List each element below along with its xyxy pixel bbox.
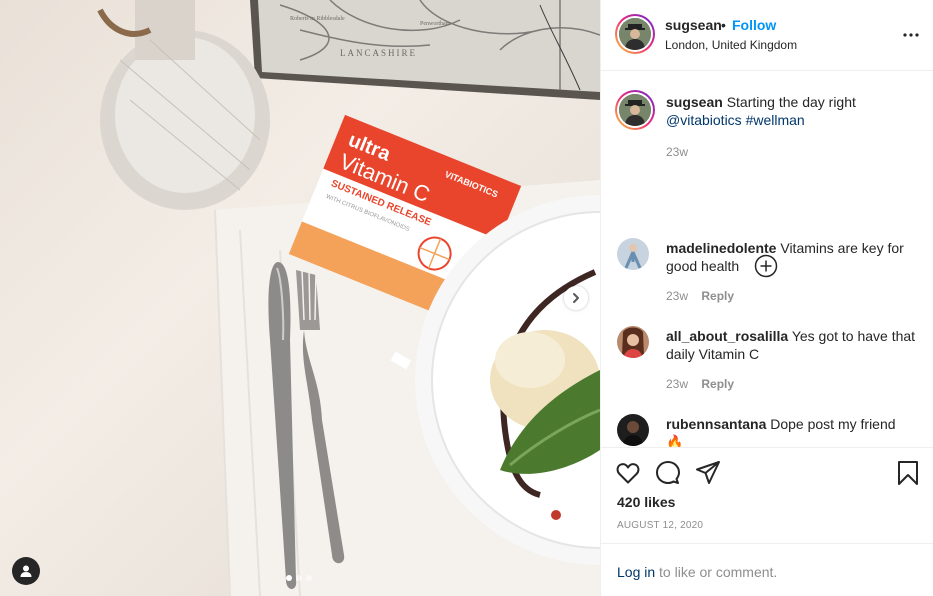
- comment-username[interactable]: all_about_rosalilla: [666, 328, 788, 344]
- caption-avatar[interactable]: [615, 90, 655, 130]
- comment-body: Dope post my friend: [770, 416, 896, 432]
- carousel-dot: [306, 575, 312, 581]
- map-text-2: Roberts in Ribblesdale: [290, 16, 345, 22]
- avatar-image: [617, 326, 649, 358]
- photo-scene: LANCASHIRE Penwortham Roberts in Ribbles…: [97, 0, 600, 596]
- map-text-1: Penwortham: [420, 21, 451, 27]
- bookmark-icon[interactable]: [895, 460, 921, 486]
- carousel-dot: [296, 575, 302, 581]
- map-book: LANCASHIRE Penwortham Roberts in Ribbles…: [250, 0, 600, 100]
- caption-text: sugsean Starting the day right @vitabiot…: [666, 93, 916, 129]
- chevron-right-icon: [573, 293, 579, 303]
- avatar-image: [617, 238, 649, 270]
- commenter-avatar[interactable]: [617, 238, 649, 270]
- carousel-dot: [286, 575, 292, 581]
- comment-item: all_about_rosalilla Yes got to have that…: [617, 326, 917, 396]
- reply-button[interactable]: Reply: [701, 289, 734, 303]
- login-prompt: Log in to like or comment.: [601, 543, 933, 596]
- avatar-image: [617, 414, 649, 446]
- post-actions: 420 likes AUGUST 12, 2020: [601, 447, 933, 543]
- likes-count[interactable]: 420 likes: [617, 494, 675, 510]
- comment-meta: 23w Reply: [666, 377, 734, 391]
- glass-vase: [97, 0, 270, 210]
- login-rest: to like or comment.: [659, 564, 778, 580]
- comment-text: all_about_rosalilla Yes got to have that…: [666, 327, 916, 363]
- caption: sugsean Starting the day right @vitabiot…: [615, 90, 917, 172]
- post-location[interactable]: London, United Kingdom: [665, 38, 797, 52]
- reply-button[interactable]: Reply: [701, 377, 734, 391]
- follow-button[interactable]: Follow: [732, 17, 776, 33]
- heart-icon[interactable]: [615, 460, 641, 486]
- share-icon[interactable]: [695, 460, 721, 486]
- comment-time[interactable]: 23w: [666, 377, 688, 391]
- comment-username[interactable]: madelinedolente: [666, 240, 776, 256]
- author-avatar[interactable]: [615, 14, 655, 54]
- comment-username[interactable]: rubennsantana: [666, 416, 766, 432]
- tagged-users-button[interactable]: [12, 557, 40, 585]
- more-horizontal-icon[interactable]: [901, 25, 921, 45]
- commenter-avatar[interactable]: [617, 414, 649, 446]
- comment-text: madelinedolente Vitamins are key for goo…: [666, 239, 916, 275]
- comment-item: madelinedolente Vitamins are key for goo…: [617, 238, 917, 308]
- comment-emoji: 🔥: [666, 434, 684, 447]
- post-header: sugsean • Follow London, United Kingdom: [601, 0, 933, 71]
- login-link[interactable]: Log in: [617, 564, 655, 580]
- post-date[interactable]: AUGUST 12, 2020: [617, 520, 703, 531]
- avatar-image: [619, 18, 651, 50]
- header-bullet: •: [721, 17, 726, 33]
- comment-time[interactable]: 23w: [666, 289, 688, 303]
- comment-meta: 23w Reply: [666, 289, 734, 303]
- caption-body: Starting the day right: [726, 94, 856, 110]
- caption-hashtag[interactable]: #wellman: [746, 112, 805, 128]
- login-text: Log in to like or comment.: [617, 564, 777, 580]
- author-username[interactable]: sugsean: [665, 17, 722, 33]
- comment-item: rubennsantana Dope post my friend 🔥: [617, 414, 917, 447]
- comments-section: sugsean Starting the day right @vitabiot…: [601, 71, 933, 447]
- caption-mention[interactable]: @vitabiotics: [666, 112, 742, 128]
- instagram-post: LANCASHIRE Penwortham Roberts in Ribbles…: [0, 0, 933, 596]
- user-tag-icon: [20, 565, 32, 577]
- avatar-image: [619, 94, 651, 126]
- post-sidebar: sugsean • Follow London, United Kingdom: [600, 0, 933, 596]
- post-photo[interactable]: LANCASHIRE Penwortham Roberts in Ribbles…: [0, 0, 600, 596]
- caption-time[interactable]: 23w: [666, 145, 688, 159]
- next-slide-button[interactable]: [564, 286, 588, 310]
- carousel-dots: [286, 575, 312, 581]
- comment-text: rubennsantana Dope post my friend 🔥: [666, 415, 916, 447]
- map-label: LANCASHIRE: [340, 48, 417, 58]
- commenter-avatar[interactable]: [617, 326, 649, 358]
- comment-icon[interactable]: [655, 460, 681, 486]
- caption-username[interactable]: sugsean: [666, 94, 723, 110]
